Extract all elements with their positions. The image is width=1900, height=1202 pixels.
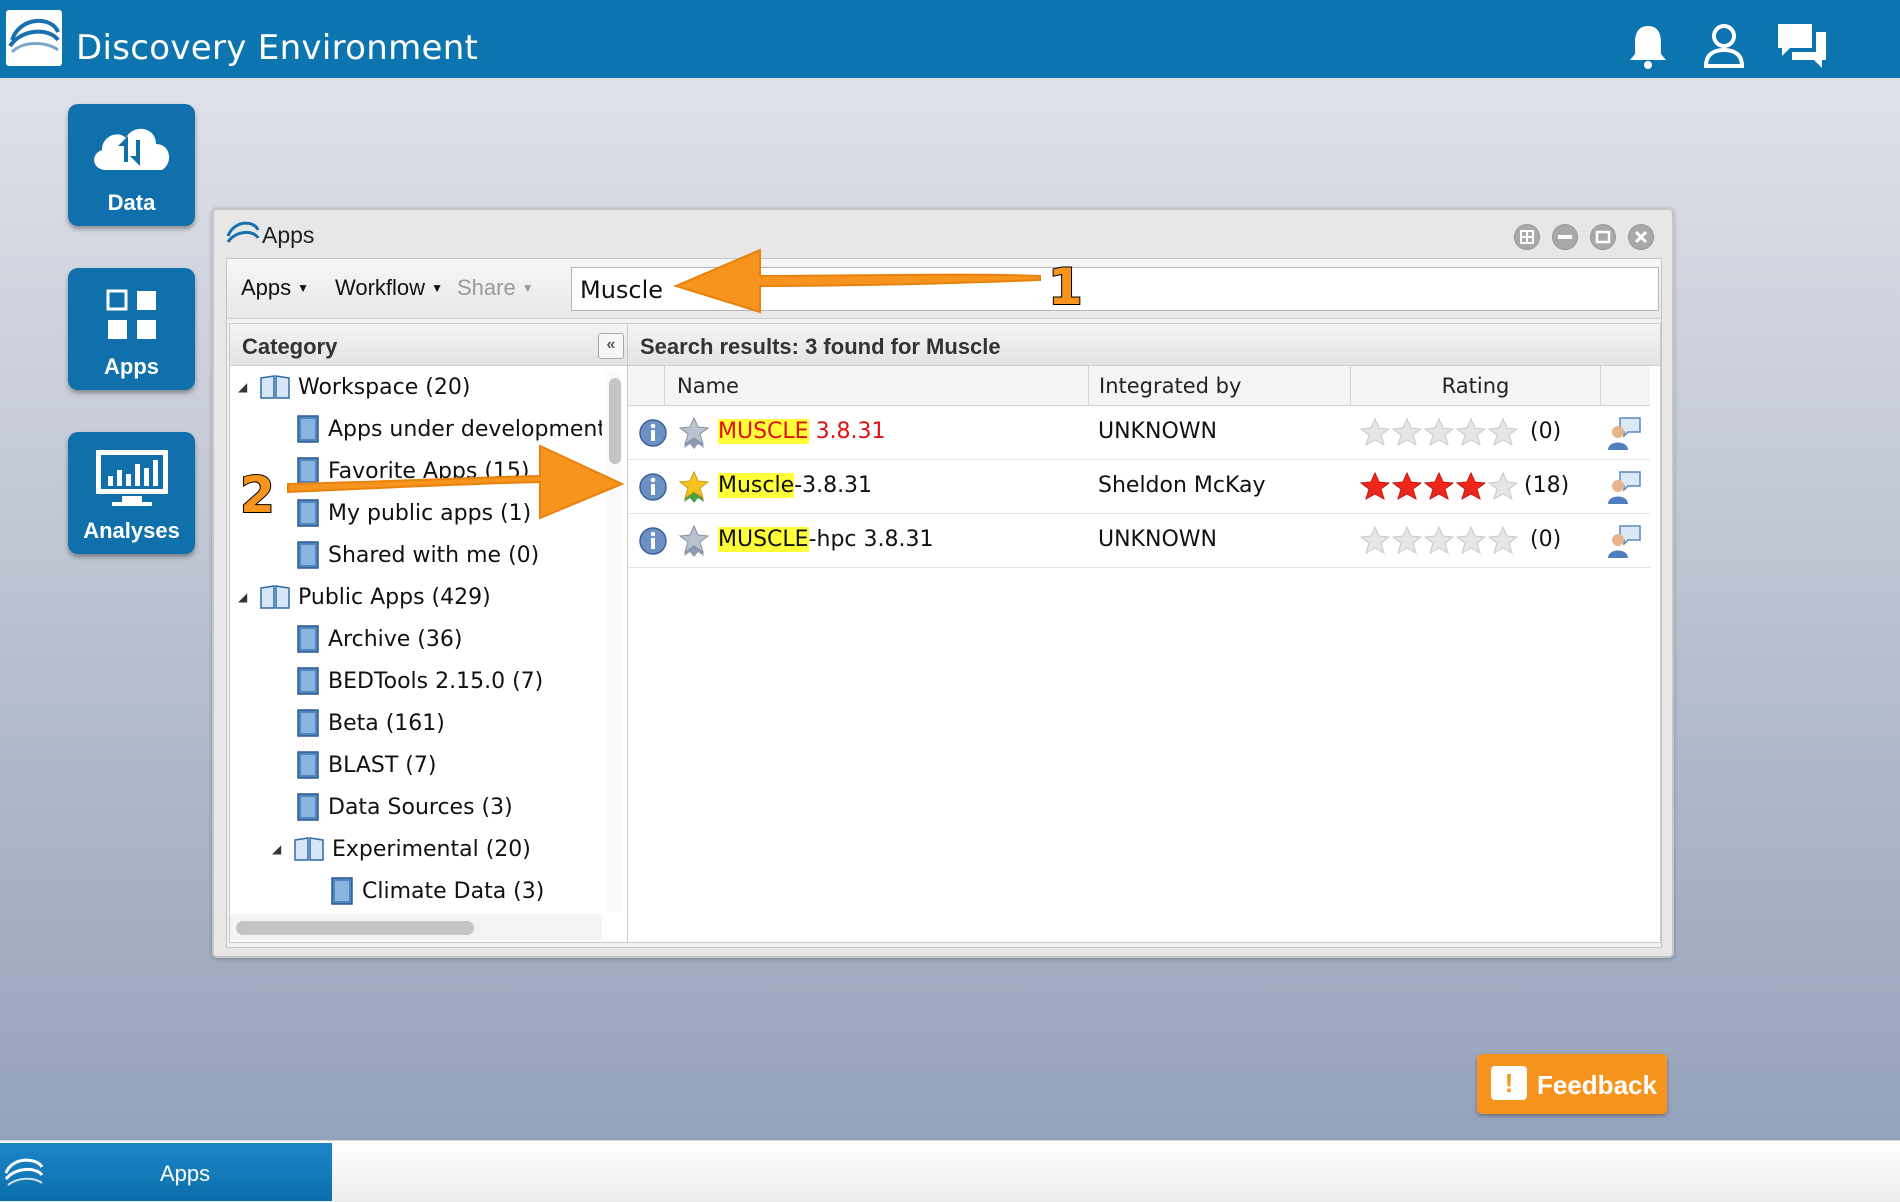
annotation-arrows-overlay bbox=[287, 248, 1041, 520]
feedback-label: Feedback bbox=[1537, 1070, 1657, 1100]
annotation-arrow-2 bbox=[287, 444, 625, 520]
annotation-number-2: 2 bbox=[239, 465, 276, 525]
annotation-number-1: 1 bbox=[1047, 257, 1084, 317]
taskbar-logo-icon bbox=[4, 1158, 44, 1186]
feedback-button[interactable]: ! Feedback bbox=[1477, 1054, 1667, 1114]
taskbar-apps-label: Apps bbox=[160, 1161, 211, 1186]
annotation-arrow-1 bbox=[673, 248, 1041, 314]
taskbar: Apps bbox=[0, 1140, 1900, 1202]
exclamation-icon: ! bbox=[1491, 1066, 1527, 1100]
taskbar-apps-window[interactable]: Apps bbox=[0, 1143, 332, 1201]
